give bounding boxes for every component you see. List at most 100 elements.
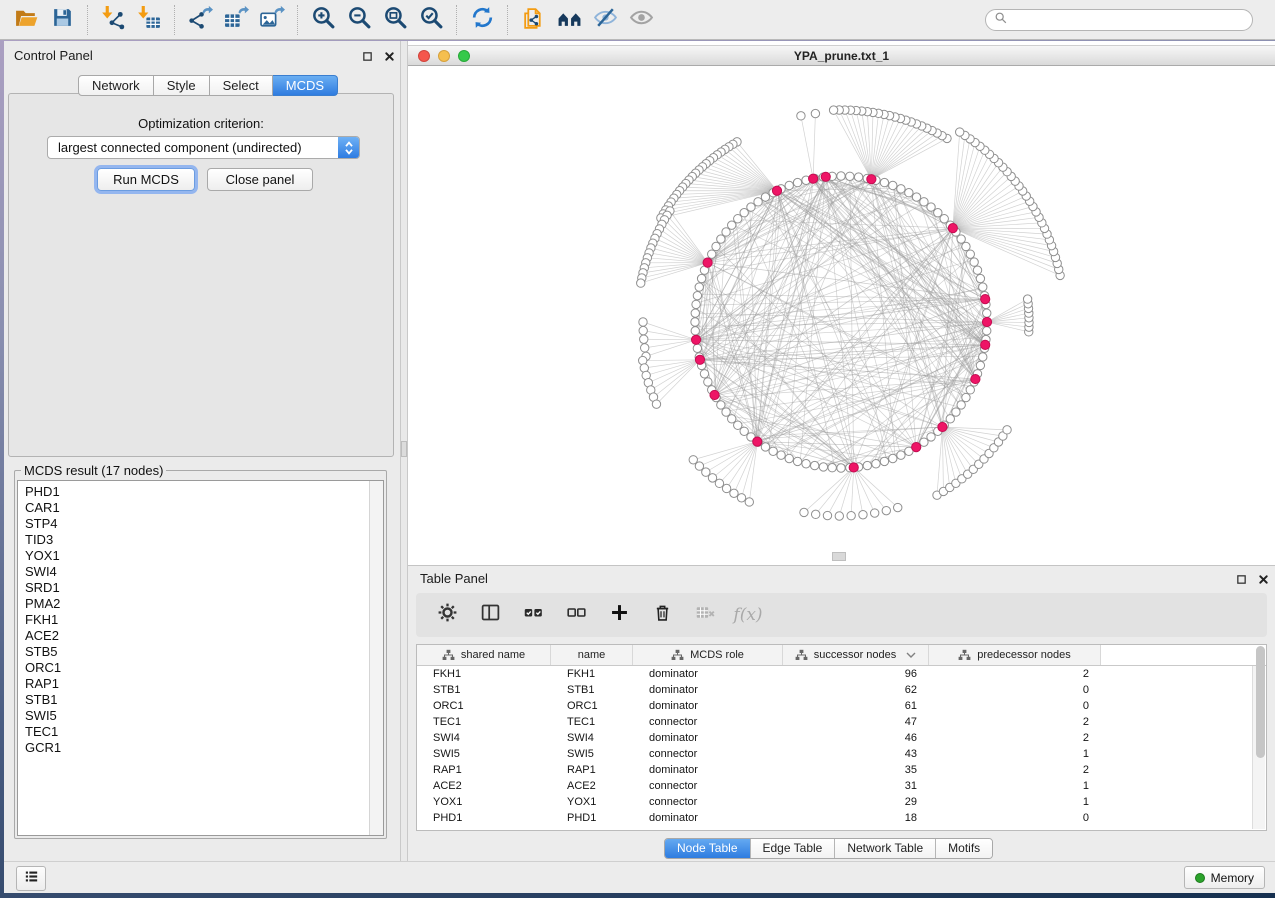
graph-node[interactable]: [962, 393, 970, 401]
function-builder-button[interactable]: f(x): [735, 602, 761, 628]
graph-node[interactable]: [691, 327, 699, 335]
run-mcds-button[interactable]: Run MCDS: [97, 168, 195, 191]
graph-node[interactable]: [854, 173, 862, 181]
graph-node[interactable]: [847, 512, 855, 520]
import-table-button[interactable]: [131, 3, 167, 37]
table-row[interactable]: PHD1PHD1dominator180: [417, 810, 1266, 826]
graph-node[interactable]: [704, 378, 712, 386]
column-header-shared-name[interactable]: shared name: [417, 645, 551, 665]
graph-hub-node[interactable]: [849, 463, 858, 472]
vertical-splitter[interactable]: [400, 41, 408, 861]
tab-network-table[interactable]: Network Table: [834, 839, 935, 858]
graph-node[interactable]: [882, 506, 890, 514]
graph-node[interactable]: [697, 274, 705, 282]
graph-node[interactable]: [962, 242, 970, 250]
column-header-successor-nodes[interactable]: successor nodes: [783, 645, 929, 665]
memory-button[interactable]: Memory: [1184, 866, 1265, 889]
graph-node[interactable]: [639, 326, 647, 334]
graph-node[interactable]: [863, 461, 871, 469]
graph-node[interactable]: [835, 512, 843, 520]
graph-node[interactable]: [693, 291, 701, 299]
table-row[interactable]: STB1STB1dominator620: [417, 682, 1266, 698]
graph-node[interactable]: [640, 344, 648, 352]
graph-node[interactable]: [979, 283, 987, 291]
graph-node[interactable]: [897, 185, 905, 193]
graph-hub-node[interactable]: [772, 186, 781, 195]
graph-node[interactable]: [957, 401, 965, 409]
refresh-network-button[interactable]: [464, 3, 500, 37]
delete-columns-button[interactable]: [649, 602, 675, 628]
graph-hub-node[interactable]: [710, 390, 719, 399]
graph-node[interactable]: [717, 235, 725, 243]
graph-node[interactable]: [695, 283, 703, 291]
graph-node[interactable]: [976, 274, 984, 282]
graph-node[interactable]: [837, 172, 845, 180]
graph-node[interactable]: [800, 508, 808, 516]
graph-node[interactable]: [691, 309, 699, 317]
graph-node[interactable]: [802, 460, 810, 468]
graph-node[interactable]: [956, 128, 964, 136]
graph-node[interactable]: [692, 300, 700, 308]
zoom-selected-button[interactable]: [413, 3, 449, 37]
graph-node[interactable]: [717, 401, 725, 409]
graph-node[interactable]: [639, 356, 647, 364]
graph-node[interactable]: [983, 327, 991, 335]
graph-node[interactable]: [639, 318, 647, 326]
first-neighbors-button[interactable]: [551, 3, 587, 37]
table-row[interactable]: ACE2ACE2connector311: [417, 778, 1266, 794]
graph-node[interactable]: [1003, 426, 1011, 434]
graph-hub-node[interactable]: [867, 175, 876, 184]
graph-node[interactable]: [829, 106, 837, 114]
zoom-in-button[interactable]: [305, 3, 341, 37]
tab-network[interactable]: Network: [78, 75, 154, 96]
close-icon[interactable]: [382, 49, 396, 63]
graph-node[interactable]: [793, 178, 801, 186]
column-header-MCDS-role[interactable]: MCDS role: [633, 645, 783, 665]
table-row[interactable]: YOX1YOX1connector291: [417, 794, 1266, 810]
network-canvas[interactable]: [408, 66, 1275, 555]
close-panel-button[interactable]: Close panel: [207, 168, 313, 191]
table-row[interactable]: ORC1ORC1dominator610: [417, 698, 1266, 714]
graph-node[interactable]: [712, 242, 720, 250]
graph-node[interactable]: [715, 479, 723, 487]
network-graph[interactable]: [408, 66, 1275, 555]
graph-node[interactable]: [872, 460, 880, 468]
graph-hub-node[interactable]: [703, 258, 712, 267]
mcds-list-scrollbar[interactable]: [369, 481, 383, 835]
save-session-button[interactable]: [44, 3, 80, 37]
graph-hub-node[interactable]: [912, 443, 921, 452]
graph-node[interactable]: [966, 250, 974, 258]
graph-node[interactable]: [745, 498, 753, 506]
graph-node[interactable]: [979, 353, 987, 361]
graph-hub-node[interactable]: [982, 317, 991, 326]
graph-node[interactable]: [889, 454, 897, 462]
graph-node[interactable]: [737, 494, 745, 502]
tab-select[interactable]: Select: [210, 75, 273, 96]
graph-node[interactable]: [897, 451, 905, 459]
table-row[interactable]: TEC1TEC1connector472: [417, 714, 1266, 730]
table-settings-button[interactable]: [434, 602, 460, 628]
graph-node[interactable]: [769, 447, 777, 455]
float-icon[interactable]: [360, 49, 374, 63]
graph-node[interactable]: [761, 443, 769, 451]
clone-network-button[interactable]: [515, 3, 551, 37]
table-row[interactable]: FKH1FKH1dominator962: [417, 666, 1266, 682]
graph-node[interactable]: [880, 178, 888, 186]
graph-node[interactable]: [810, 461, 818, 469]
graph-node[interactable]: [905, 189, 913, 197]
vertical-splitter-handle[interactable]: [401, 441, 407, 457]
float-icon[interactable]: [1234, 572, 1248, 586]
graph-node[interactable]: [957, 235, 965, 243]
tab-motifs[interactable]: Motifs: [935, 839, 992, 858]
graph-node[interactable]: [730, 489, 738, 497]
graph-node[interactable]: [761, 193, 769, 201]
graph-node[interactable]: [823, 511, 831, 519]
mcds-result-list[interactable]: PHD1CAR1STP4TID3YOX1SWI4SRD1PMA2FKH1ACE2…: [17, 480, 384, 836]
graph-node[interactable]: [912, 193, 920, 201]
graph-node[interactable]: [894, 503, 902, 511]
graph-node[interactable]: [811, 510, 819, 518]
import-network-button[interactable]: [95, 3, 131, 37]
hide-selected-button[interactable]: [587, 3, 623, 37]
deselect-all-rows-button[interactable]: [563, 602, 589, 628]
create-column-button[interactable]: [606, 602, 632, 628]
